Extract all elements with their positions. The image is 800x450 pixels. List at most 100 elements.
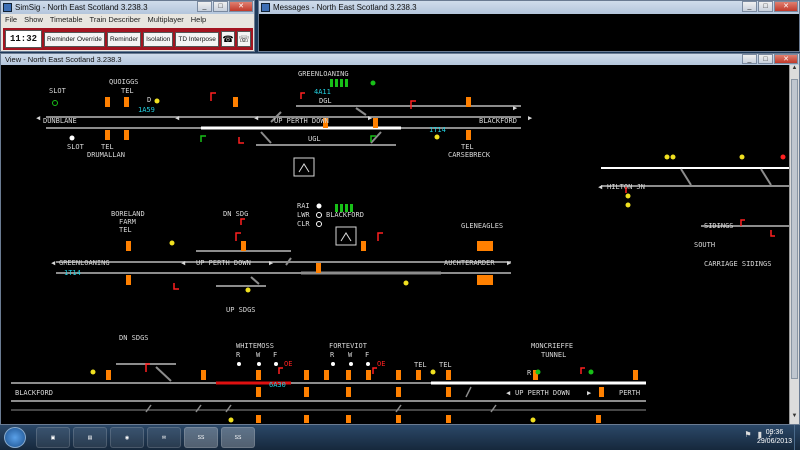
- berth-1t14-b[interactable]: 1T14: [64, 269, 81, 277]
- signal-aspect-yellow: [434, 134, 440, 140]
- view-minimize-button[interactable]: _: [742, 54, 757, 64]
- show-desktop-button[interactable]: [794, 425, 800, 450]
- messages-window: Messages - North East Scotland 3.238.3 _…: [258, 0, 800, 52]
- label-up-perth-down-2: UP PERTH DOWN: [196, 259, 251, 267]
- label-drumallan: DRUMALLAN: [87, 151, 125, 159]
- label-dgl: DGL: [319, 97, 332, 105]
- label-d-marker: D: [147, 96, 151, 104]
- telephone-icon[interactable]: ☎: [220, 31, 235, 47]
- label-tel-boreland: TEL: [119, 226, 132, 234]
- label-perth: PERTH: [619, 389, 640, 397]
- scrollbar-thumb[interactable]: [791, 79, 798, 379]
- label-clr: CLR: [297, 220, 310, 228]
- label-rai: RAI: [297, 202, 310, 210]
- reminder-override-button[interactable]: Reminder Override: [44, 31, 105, 47]
- messages-close-button[interactable]: ✕: [774, 1, 798, 12]
- label-rwf-f2: F: [365, 351, 369, 359]
- label-blackford-2: BLACKFORD: [326, 211, 364, 219]
- label-blackford-1: BLACKFORD: [479, 117, 517, 125]
- berth-1a59[interactable]: 1A59: [138, 106, 155, 114]
- signalling-diagram[interactable]: ◀ ◀ ◀ ▶ ▶▶ GREENLOANING QUOIGGS TEL SLOT DG…: [1, 65, 791, 424]
- label-tel-quoiggs: TEL: [121, 87, 134, 95]
- taskbar-clock[interactable]: 09:36 29/06/2013: [757, 428, 792, 446]
- menu-timetable[interactable]: Timetable: [50, 14, 83, 26]
- main-window-title: SimSig - North East Scotland 3.238.3: [15, 3, 148, 12]
- phone-book-icon[interactable]: ☏: [236, 31, 251, 47]
- label-forteviot: FORTEVIOT: [329, 342, 368, 350]
- label-tel-f1: TEL: [414, 361, 427, 369]
- files-taskbar-icon[interactable]: ▤: [73, 427, 107, 448]
- view-maximize-button[interactable]: □: [758, 54, 773, 64]
- label-rwf-f1: F: [273, 351, 277, 359]
- berth-1t14-a[interactable]: 1T14: [429, 126, 446, 134]
- outlook-taskbar-icon[interactable]: ✉: [147, 427, 181, 448]
- label-up-perth-down-1: UP PERTH DOWN: [274, 117, 329, 125]
- signal-aspect-yellow: [154, 98, 160, 104]
- isolation-button[interactable]: Isolation: [143, 31, 174, 47]
- simsig-app-icon: [3, 3, 12, 12]
- menu-show[interactable]: Show: [24, 14, 43, 26]
- taskbar-date: 29/06/2013: [756, 438, 792, 445]
- slot-indicator-bottom[interactable]: [69, 135, 75, 141]
- close-button[interactable]: ✕: [229, 1, 253, 12]
- label-tel-drumallan: TEL: [101, 143, 114, 151]
- maximize-button[interactable]: □: [213, 1, 228, 12]
- menu-train-describer[interactable]: Train Describer: [90, 14, 141, 26]
- label-carsebreck: CARSEBRECK: [448, 151, 491, 159]
- action-center-icon[interactable]: ⚑: [744, 430, 751, 439]
- label-ugl: UGL: [308, 135, 321, 143]
- label-sidings: SIDINGS: [704, 222, 734, 230]
- scroll-down-arrow-icon[interactable]: ▼: [790, 413, 799, 424]
- chrome-taskbar-icon[interactable]: ◉: [110, 427, 144, 448]
- label-slot-bottom: SLOT: [67, 143, 85, 151]
- start-button[interactable]: [4, 427, 26, 448]
- label-auchterarder: AUCHTERARDER: [444, 259, 495, 267]
- label-greenloaning-2: GREENLOANING: [59, 259, 110, 267]
- label-oe-1: OE: [284, 360, 292, 368]
- messages-window-title: Messages - North East Scotland 3.238.3: [273, 3, 417, 12]
- label-oe-2: OE: [377, 360, 385, 368]
- label-tel-f2: TEL: [439, 361, 452, 369]
- simsig-taskbar-icon[interactable]: SS: [184, 427, 218, 448]
- label-boreland: BORELAND: [111, 210, 145, 218]
- windows-taskbar: ▣ ▤ ◉ ✉ SS SS ⚑ ▮ ♪ 09:36 29/06/2013: [0, 425, 800, 450]
- label-dn-sdgs: DN SDGS: [119, 334, 149, 342]
- simsig-taskbar-icon-2[interactable]: SS: [221, 427, 255, 448]
- berth-4a11[interactable]: 4A11: [314, 88, 331, 96]
- menu-help[interactable]: Help: [191, 14, 206, 26]
- menubar: File Show Timetable Train Describer Mult…: [1, 14, 254, 26]
- explorer-taskbar-icon[interactable]: ▣: [36, 427, 70, 448]
- messages-minimize-button[interactable]: _: [742, 1, 757, 12]
- label-lwr: LWR: [297, 211, 310, 219]
- td-interpose-button[interactable]: TD Interpose: [175, 31, 219, 47]
- minimize-button[interactable]: _: [197, 1, 212, 12]
- label-quoiggs: QUOIGGS: [109, 78, 139, 86]
- label-up-sdgs: UP SDGS: [226, 306, 256, 314]
- rai-indicator[interactable]: [316, 203, 322, 209]
- label-moncrieffe: MONCRIEFFE: [531, 342, 573, 350]
- label-dunblane: DUNBLANE: [43, 117, 77, 125]
- label-gleneagles: GLENEAGLES: [461, 222, 503, 230]
- view-window: View - North East Scotland 3.238.3 _ □ ✕: [0, 53, 800, 425]
- view-vertical-scrollbar[interactable]: ▲ ▼: [789, 65, 799, 424]
- view-titlebar[interactable]: View - North East Scotland 3.238.3 _ □ ✕: [1, 54, 799, 65]
- main-titlebar[interactable]: SimSig - North East Scotland 3.238.3 _ □…: [1, 1, 254, 14]
- berth-6a30[interactable]: 6A30: [269, 381, 286, 389]
- sim-clock[interactable]: 11:32: [5, 30, 43, 48]
- label-farm: FARM: [119, 218, 136, 226]
- label-south: SOUTH: [694, 241, 715, 249]
- label-greenloaning: GREENLOANING: [298, 70, 349, 78]
- label-blackford-3: BLACKFORD: [15, 389, 53, 397]
- signal-aspect-green: [370, 80, 376, 86]
- label-whitemoss: WHITEMOSS: [236, 342, 274, 350]
- reminder-button[interactable]: Reminder: [106, 31, 142, 47]
- messages-titlebar[interactable]: Messages - North East Scotland 3.238.3 _…: [259, 1, 799, 14]
- label-up-perth-down-3: UP PERTH DOWN: [515, 389, 570, 397]
- simsig-main-window: SimSig - North East Scotland 3.238.3 _ □…: [0, 0, 255, 52]
- messages-maximize-button[interactable]: □: [758, 1, 773, 12]
- view-close-button[interactable]: ✕: [774, 54, 798, 64]
- menu-multiplayer[interactable]: Multiplayer: [148, 14, 184, 26]
- menu-file[interactable]: File: [5, 14, 17, 26]
- label-carriage-sidings: CARRIAGE SIDINGS: [704, 260, 771, 268]
- scroll-up-arrow-icon[interactable]: ▲: [790, 65, 799, 76]
